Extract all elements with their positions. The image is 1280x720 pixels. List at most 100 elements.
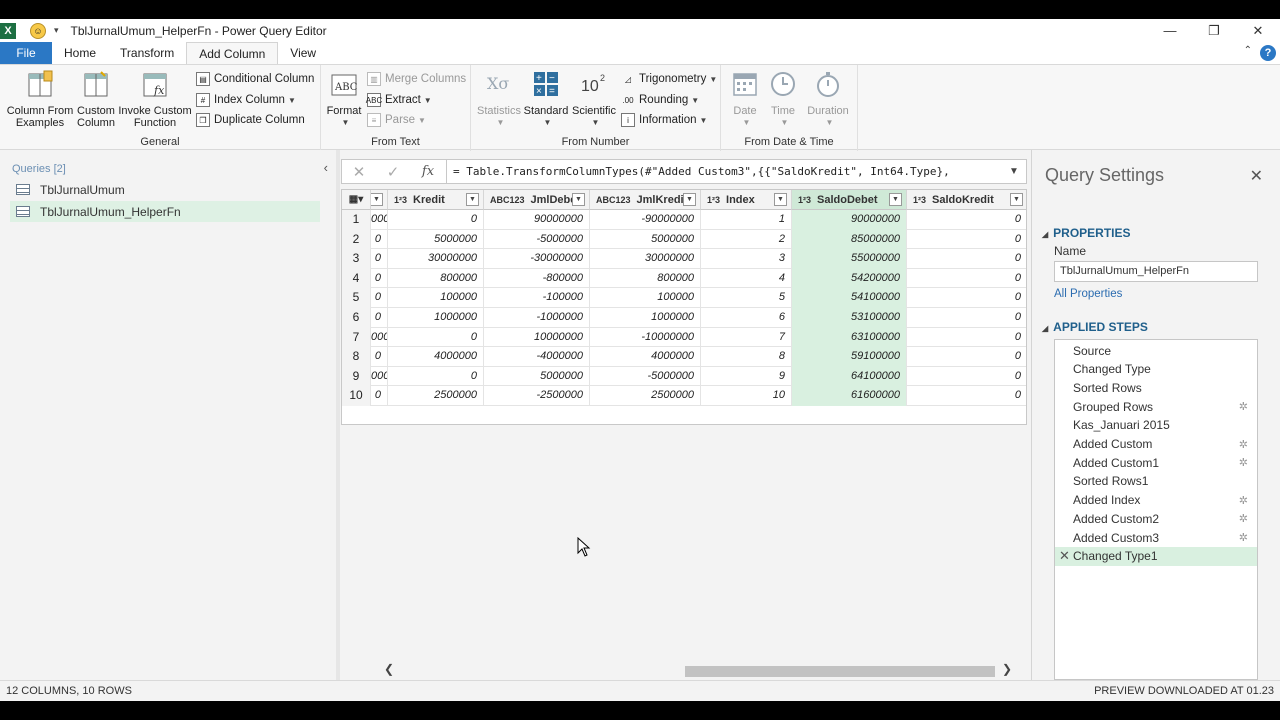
- table-cell[interactable]: 1000000: [388, 308, 484, 328]
- table-cell[interactable]: 0: [388, 210, 484, 230]
- table-cell[interactable]: 0: [371, 308, 388, 328]
- row-number[interactable]: 2: [342, 229, 371, 250]
- applied-step[interactable]: Source: [1055, 341, 1257, 360]
- column-header-saldokredit[interactable]: 1²3 SaldoKredit ▼: [907, 190, 1026, 210]
- row-number[interactable]: 5: [342, 288, 371, 308]
- row-number[interactable]: 6: [342, 308, 371, 328]
- tab-home[interactable]: Home: [52, 42, 108, 64]
- column-from-examples-button[interactable]: Column From Examples: [6, 69, 74, 129]
- table-cell[interactable]: 0: [907, 367, 1026, 387]
- commit-formula-icon[interactable]: ✓: [376, 163, 410, 181]
- query-name-input[interactable]: TblJurnalUmum_HelperFn: [1054, 261, 1258, 282]
- table-cell[interactable]: 0: [371, 249, 388, 269]
- table-cell[interactable]: 64100000: [792, 366, 907, 387]
- applied-step[interactable]: Added Custom2 ✲: [1055, 509, 1257, 528]
- close-button[interactable]: ✕: [1236, 19, 1280, 42]
- row-number[interactable]: 9: [342, 366, 371, 387]
- table-cell[interactable]: 7: [701, 327, 792, 348]
- type-any-icon[interactable]: ABC123: [490, 195, 525, 204]
- table-cell[interactable]: 10: [701, 386, 792, 406]
- table-cell[interactable]: 0: [907, 249, 1026, 269]
- table-row[interactable]: 10 0 2500000 -2500000 2500000 10 61600000 0: [342, 386, 1026, 406]
- table-row[interactable]: 7 000 0 10000000 -10000000 7 63100000 0: [342, 327, 1026, 348]
- query-item-tbljurnalumum[interactable]: TblJurnalUmum: [10, 179, 320, 200]
- table-cell[interactable]: 1: [701, 210, 792, 230]
- row-number[interactable]: 10: [342, 386, 371, 406]
- filter-dropdown-icon[interactable]: ▼: [889, 193, 902, 206]
- table-cell[interactable]: -4000000: [484, 347, 590, 367]
- table-cell[interactable]: 54100000: [792, 288, 907, 308]
- table-cell[interactable]: -1000000: [484, 308, 590, 328]
- query-item-tbljurnalumum-helperfn[interactable]: TblJurnalUmum_HelperFn: [10, 201, 320, 222]
- table-cell[interactable]: 000: [371, 210, 388, 230]
- filter-dropdown-icon[interactable]: ▼: [683, 193, 696, 206]
- time-button[interactable]: Time ▼: [765, 69, 801, 129]
- table-cell[interactable]: 2500000: [388, 386, 484, 406]
- row-number[interactable]: 1: [342, 210, 371, 230]
- tab-file[interactable]: File: [0, 42, 52, 64]
- table-cell[interactable]: 0: [371, 288, 388, 308]
- pane-splitter[interactable]: [336, 150, 340, 680]
- date-button[interactable]: Date ▼: [725, 69, 765, 129]
- table-cell[interactable]: 90000000: [792, 210, 907, 230]
- filter-dropdown-icon[interactable]: ▼: [371, 193, 383, 206]
- applied-steps-section-header[interactable]: ◢ APPLIED STEPS: [1042, 320, 1148, 334]
- step-settings-gear-icon[interactable]: ✲: [1239, 400, 1248, 413]
- table-row[interactable]: 4 0 800000 -800000 800000 4 54200000 0: [342, 268, 1026, 289]
- table-cell[interactable]: 0: [388, 327, 484, 348]
- table-cell[interactable]: 5000000: [388, 229, 484, 250]
- row-number[interactable]: 3: [342, 249, 371, 269]
- table-cell[interactable]: 4: [701, 268, 792, 289]
- table-cell[interactable]: 0: [907, 308, 1026, 328]
- table-cell[interactable]: -100000: [484, 288, 590, 308]
- table-row[interactable]: 8 0 4000000 -4000000 4000000 8 59100000 0: [342, 347, 1026, 367]
- table-cell[interactable]: -2500000: [484, 386, 590, 406]
- format-button[interactable]: ABC Format ▼: [325, 69, 363, 129]
- table-row[interactable]: 3 0 30000000 -30000000 30000000 3 55000000 0: [342, 249, 1026, 269]
- table-cell[interactable]: -90000000: [590, 210, 701, 230]
- table-cell[interactable]: 000: [371, 366, 388, 387]
- table-row[interactable]: 5 0 100000 -100000 100000 5 54100000 0: [342, 288, 1026, 308]
- column-header-kredit[interactable]: 1²3 Kredit ▼: [388, 190, 484, 210]
- table-cell[interactable]: 0: [907, 386, 1026, 406]
- scroll-right-icon[interactable]: ❯: [1002, 662, 1012, 676]
- table-cell[interactable]: -30000000: [484, 249, 590, 269]
- minimize-button[interactable]: —: [1148, 19, 1192, 42]
- table-cell[interactable]: 800000: [590, 268, 701, 289]
- step-settings-gear-icon[interactable]: ✲: [1239, 456, 1248, 469]
- step-settings-gear-icon[interactable]: ✲: [1239, 512, 1248, 525]
- tab-view[interactable]: View: [278, 42, 328, 64]
- table-cell[interactable]: 30000000: [590, 249, 701, 269]
- custom-column-button[interactable]: Custom Column: [74, 69, 118, 129]
- table-cell[interactable]: -10000000: [590, 327, 701, 348]
- invoke-custom-function-button[interactable]: fx Invoke Custom Function: [118, 69, 192, 129]
- applied-step[interactable]: Added Custom1 ✲: [1055, 453, 1257, 472]
- table-cell[interactable]: 800000: [388, 268, 484, 289]
- applied-step[interactable]: Added Custom3 ✲: [1055, 528, 1257, 547]
- rounding-button[interactable]: .00 Rounding ▼: [621, 91, 699, 109]
- restore-button[interactable]: ❐: [1192, 19, 1236, 42]
- table-cell[interactable]: 0: [371, 386, 388, 406]
- extract-button[interactable]: ABC Extract ▼: [366, 91, 432, 109]
- table-cell[interactable]: 4000000: [590, 347, 701, 367]
- table-cell[interactable]: 53100000: [792, 308, 907, 328]
- table-cell[interactable]: 000: [371, 327, 388, 348]
- horizontal-scrollbar[interactable]: ❮ ❯: [370, 662, 1020, 679]
- duration-button[interactable]: Duration ▼: [803, 69, 853, 129]
- table-cell[interactable]: 8: [701, 347, 792, 367]
- column-header-partial[interactable]: ▼: [371, 190, 388, 210]
- column-header-index[interactable]: 1²3 Index ▼: [701, 190, 792, 210]
- filter-dropdown-icon[interactable]: ▼: [774, 193, 787, 206]
- scientific-button[interactable]: 10 2 Scientific ▼: [571, 69, 617, 129]
- table-cell[interactable]: 0: [907, 347, 1026, 367]
- table-cell[interactable]: 5000000: [484, 366, 590, 387]
- tab-transform[interactable]: Transform: [108, 42, 186, 64]
- table-cell[interactable]: -5000000: [590, 366, 701, 387]
- type-whole-number-icon[interactable]: 1²3: [394, 195, 407, 204]
- table-cell[interactable]: 1000000: [590, 308, 701, 328]
- duplicate-column-button[interactable]: ❐ Duplicate Column: [196, 111, 305, 129]
- table-cell[interactable]: -800000: [484, 268, 590, 289]
- table-cell[interactable]: 2: [701, 229, 792, 250]
- table-cell[interactable]: 6: [701, 308, 792, 328]
- table-cell[interactable]: 85000000: [792, 229, 907, 250]
